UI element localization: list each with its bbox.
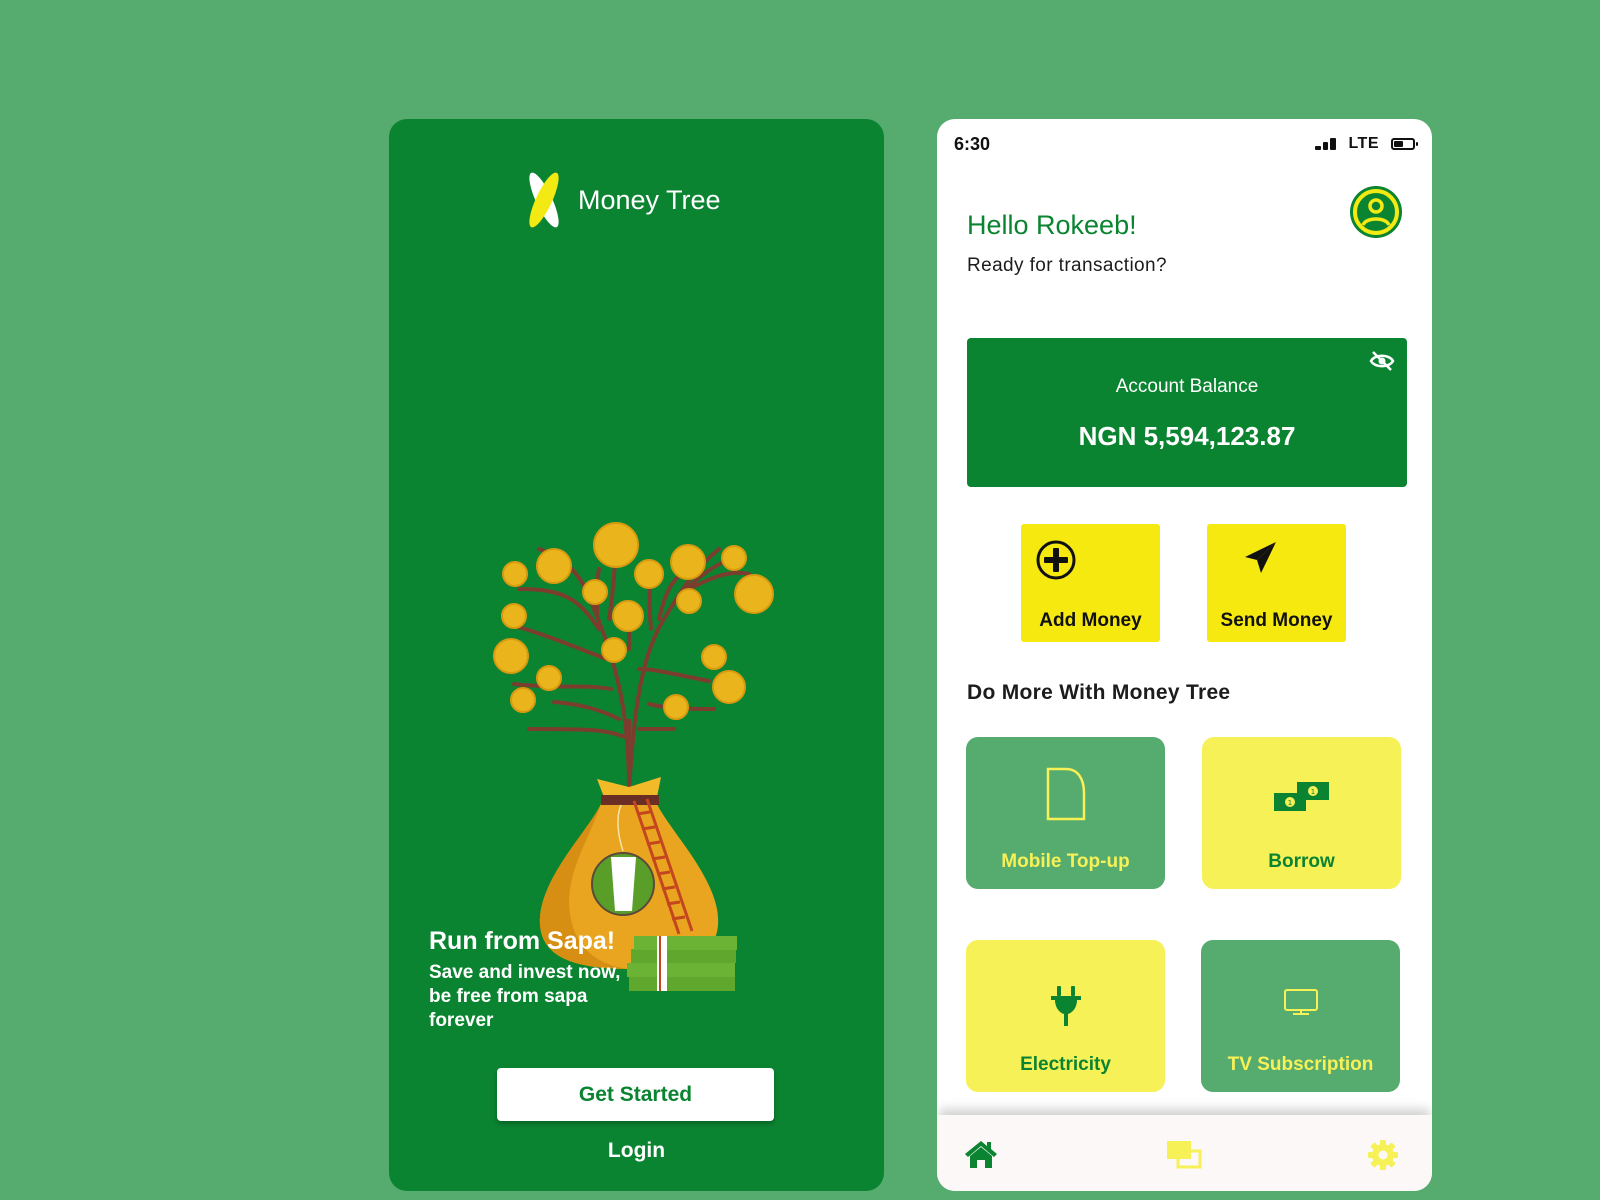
status-indicators: LTE — [1315, 135, 1418, 153]
home-icon[interactable] — [964, 1139, 1000, 1171]
plus-circle-icon — [1035, 539, 1077, 581]
section-title: Do More With Money Tree — [967, 681, 1231, 704]
network-label: LTE — [1348, 135, 1379, 152]
service-label: TV Subscription — [1227, 1054, 1374, 1075]
get-started-button[interactable]: Get Started — [497, 1068, 774, 1121]
brand-name: Money Tree — [578, 184, 721, 215]
cards-icon[interactable] — [1166, 1139, 1202, 1171]
user-avatar-icon[interactable] — [1349, 185, 1403, 239]
eye-off-icon[interactable] — [1369, 350, 1395, 372]
paper-plane-icon — [1242, 539, 1280, 577]
svg-text:1: 1 — [1287, 799, 1291, 807]
service-label: Borrow — [1268, 851, 1335, 872]
login-link[interactable]: Login — [389, 1139, 884, 1163]
service-label: Electricity — [1020, 1054, 1111, 1075]
brand-header: Money Tree — [524, 169, 721, 231]
hero-title: Run from Sapa! — [429, 927, 616, 955]
balance-label: Account Balance — [1115, 376, 1259, 397]
add-money-button[interactable]: Add Money — [1021, 524, 1160, 642]
send-money-label: Send Money — [1220, 610, 1333, 631]
add-money-label: Add Money — [1039, 610, 1142, 631]
banknotes-icon: 1 1 — [1273, 781, 1331, 818]
bottom-nav — [937, 1115, 1432, 1191]
gear-icon[interactable] — [1367, 1139, 1403, 1171]
service-electricity[interactable]: Electricity — [966, 940, 1165, 1092]
status-time: 6:30 — [954, 133, 991, 154]
signal-icon — [1315, 138, 1337, 150]
gold-coins — [493, 522, 774, 720]
service-mobile-topup[interactable]: Mobile Top-up — [966, 737, 1165, 889]
onboarding-screen: Money Tree Run from Sapa! Save and inves… — [389, 119, 884, 1191]
subgreeting: Ready for transaction? — [967, 255, 1167, 276]
svg-text:1: 1 — [1310, 788, 1314, 796]
hero-subtitle: Save and invest now, be free from sapa f… — [429, 962, 621, 1031]
balance-value: NGN 5,594,123.87 — [1078, 421, 1296, 451]
phone-card-icon — [1046, 767, 1086, 826]
dashboard-screen: 6:30 LTE Hello Rokeeb! Ready for transac… — [937, 119, 1432, 1191]
service-borrow[interactable]: 1 1 Borrow — [1202, 737, 1401, 889]
money-tree-illustration — [489, 419, 789, 1009]
service-label: Mobile Top-up — [1001, 851, 1130, 872]
tv-icon — [1283, 988, 1319, 1021]
service-tv-subscription[interactable]: TV Subscription — [1201, 940, 1400, 1092]
status-bar: 6:30 LTE — [954, 133, 1418, 155]
plug-icon — [1050, 986, 1082, 1031]
battery-icon — [1391, 138, 1418, 150]
account-balance-card: Account Balance NGN 5,594,123.87 — [967, 338, 1407, 487]
greeting: Hello Rokeeb! — [967, 210, 1137, 240]
money-tree-logo-icon — [524, 169, 564, 231]
send-money-button[interactable]: Send Money — [1207, 524, 1346, 642]
